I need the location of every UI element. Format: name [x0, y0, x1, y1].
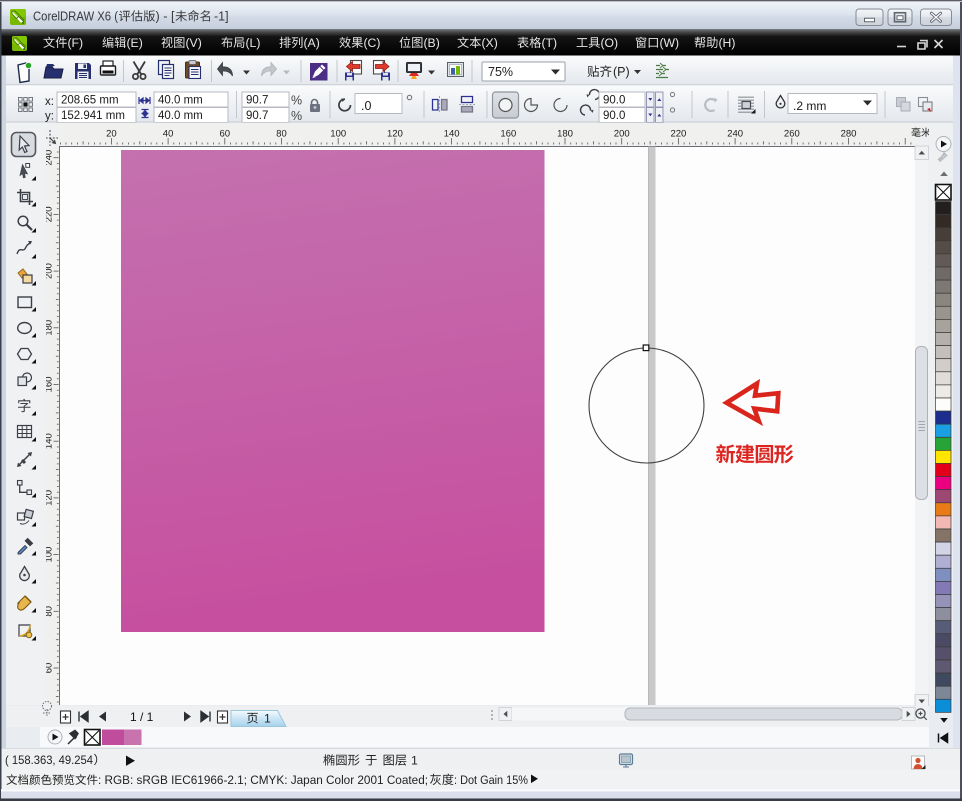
svg-text:CorelDRAW X6 (: CorelDRAW X6 ( [33, 10, 119, 24]
svg-text:(F): (F) [68, 36, 84, 50]
svg-text:208.65 mm: 208.65 mm [61, 95, 119, 107]
svg-text:%: % [291, 109, 302, 123]
svg-text:40.0 mm: 40.0 mm [158, 95, 203, 107]
svg-text:(A): (A) [304, 36, 320, 50]
svg-text:152.941 mm: 152.941 mm [61, 110, 125, 122]
svg-text:) - [: ) - [ [156, 10, 176, 24]
svg-text:x:: x: [45, 96, 54, 108]
svg-text:(B): (B) [424, 36, 440, 50]
svg-text:1: 1 [264, 712, 271, 726]
svg-text:(C): (C) [364, 36, 381, 50]
svg-text:(W): (W) [660, 36, 680, 50]
svg-text:( 158.363, 49.254: ( 158.363, 49.254 [5, 753, 93, 767]
svg-text:%: % [291, 94, 302, 108]
svg-text:(P): (P) [613, 65, 630, 79]
svg-text:(O): (O) [601, 36, 619, 50]
svg-text:1: 1 [411, 754, 418, 768]
svg-text:90.0: 90.0 [603, 95, 625, 107]
svg-text:y:: y: [45, 111, 54, 123]
svg-text:1 / 1: 1 / 1 [130, 710, 154, 724]
svg-text:(L): (L) [246, 36, 261, 50]
svg-text:.0: .0 [361, 99, 371, 113]
svg-text:.2 mm: .2 mm [793, 99, 826, 113]
svg-text:40.0 mm: 40.0 mm [158, 110, 203, 122]
svg-text:75%: 75% [488, 65, 513, 79]
svg-text:90.0: 90.0 [603, 110, 625, 122]
svg-text:90.7: 90.7 [246, 95, 268, 107]
svg-text:: RGB: sRGB IEC61966-2.1; CMYK: : RGB: sRGB IEC61966-2.1; CMYK: Japan Co… [98, 773, 428, 787]
svg-text:(T): (T) [542, 36, 558, 50]
svg-text:-1]: -1] [214, 10, 229, 24]
svg-text:(H): (H) [719, 36, 736, 50]
svg-text:(V): (V) [186, 36, 202, 50]
svg-text:(X): (X) [482, 36, 498, 50]
svg-text:(E): (E) [127, 36, 143, 50]
svg-text:: Dot Gain 15%: : Dot Gain 15% [454, 773, 528, 787]
svg-text:90.7: 90.7 [246, 110, 268, 122]
